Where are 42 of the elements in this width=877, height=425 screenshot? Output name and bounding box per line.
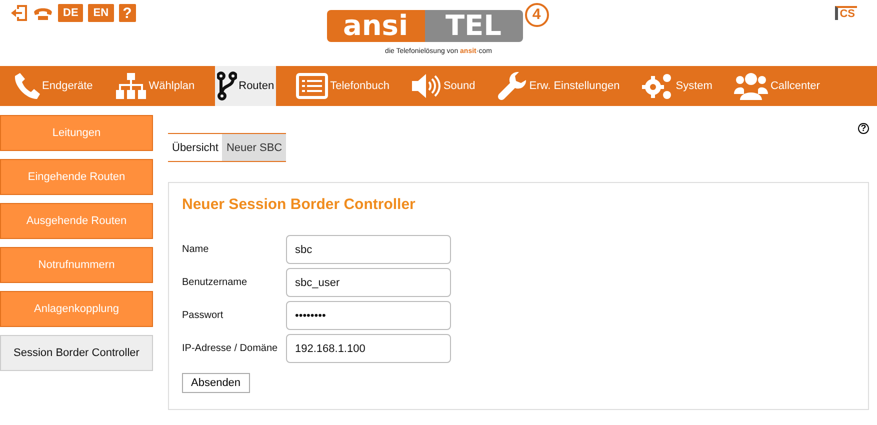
logout-icon[interactable]: [10, 4, 28, 22]
sidebar-item[interactable]: Eingehende Routen: [0, 159, 153, 195]
nav-item[interactable]: Telefonbuch: [294, 66, 392, 106]
language-button[interactable]: EN: [88, 4, 114, 22]
sidebar-item[interactable]: Anlagenkopplung: [0, 291, 153, 327]
nav-item[interactable]: Callcenter: [732, 66, 822, 106]
input-field[interactable]: 192.168.1.100: [286, 334, 451, 363]
sidebar-item[interactable]: Session Border Controller: [0, 335, 153, 371]
phone-icon: [14, 72, 40, 100]
sidebar-item[interactable]: Ausgehende Routen: [0, 203, 153, 239]
help-button[interactable]: ?: [118, 4, 136, 22]
form-title: Neuer Session Border Controller: [182, 196, 416, 213]
input-field[interactable]: ••••••••: [286, 301, 451, 330]
tab[interactable]: Neuer SBC: [222, 134, 286, 161]
field-label: IP-Adresse / Domäne: [182, 343, 279, 354]
logo-text: TEL: [424, 10, 522, 42]
wrench-icon: [497, 71, 528, 101]
nav-item[interactable]: Sound: [409, 66, 478, 106]
corner-logo: CS: [834, 6, 857, 20]
list-icon: [296, 73, 328, 99]
version-badge: 4: [524, 3, 548, 27]
language-button[interactable]: DE: [58, 4, 84, 22]
speaker-icon: [411, 73, 442, 99]
nav-item[interactable]: Routen: [214, 66, 276, 106]
nav-item[interactable]: Endgeräte: [12, 66, 95, 106]
field-label: Name: [182, 244, 210, 255]
gears-icon: [642, 71, 674, 101]
nav-item[interactable]: System: [640, 66, 714, 106]
branch-icon: [216, 71, 237, 101]
input-field[interactable]: sbc_user: [286, 268, 451, 297]
submit-button[interactable]: Absenden: [182, 373, 250, 393]
input-field[interactable]: sbc: [286, 235, 451, 264]
sidebar-item[interactable]: Notrufnummern: [0, 247, 153, 283]
nav-item[interactable]: Erw. Einstellungen: [495, 66, 622, 106]
field-label: Passwort: [182, 310, 224, 321]
field-label: Benutzername: [182, 277, 248, 288]
nav-item[interactable]: Wählplan: [112, 66, 197, 106]
hierarchy-icon: [114, 72, 147, 100]
sidebar-item[interactable]: Leitungen: [0, 115, 153, 151]
logo-text: ansi: [326, 10, 424, 42]
people-icon: [734, 72, 768, 100]
help-icon[interactable]: ?: [858, 123, 869, 134]
